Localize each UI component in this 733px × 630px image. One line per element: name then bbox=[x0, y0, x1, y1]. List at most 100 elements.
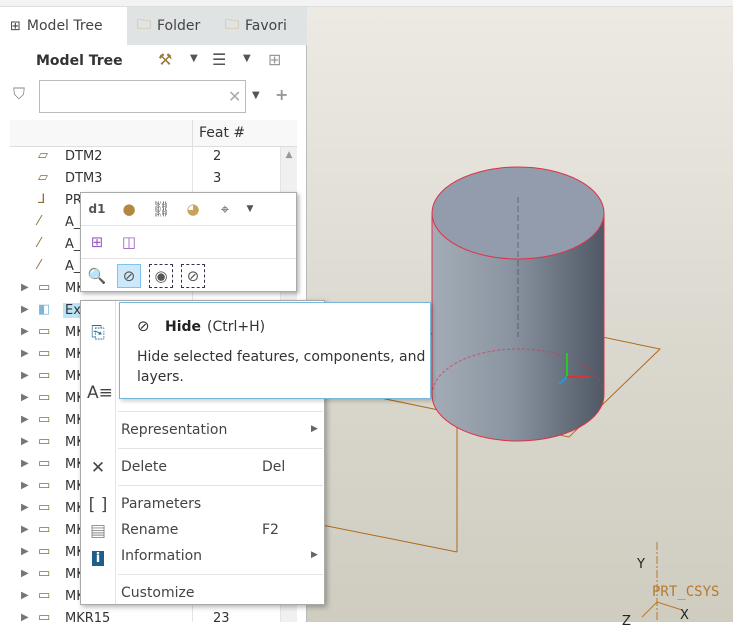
axis-icon: ⁄ bbox=[38, 258, 41, 273]
hide-icon[interactable]: ⊘ bbox=[117, 263, 141, 288]
expand-arrow-icon[interactable]: ▶ bbox=[21, 326, 29, 337]
column-header: Feat # bbox=[10, 120, 297, 147]
axis-icon: ⁄ bbox=[38, 214, 41, 229]
submenu-arrow-icon: ▶ bbox=[311, 550, 318, 560]
more-dropdown-icon[interactable]: ▼ bbox=[245, 197, 255, 221]
tab-favorites[interactable]: 🗀 Favori bbox=[215, 7, 307, 45]
row-label: DTM2 bbox=[65, 149, 103, 164]
tree-icon: ⊞ bbox=[10, 18, 21, 34]
extrude-icon: ◧ bbox=[38, 302, 51, 317]
filter-dropdown-icon[interactable]: ▼ bbox=[252, 90, 260, 101]
separator bbox=[118, 574, 323, 575]
separator bbox=[118, 411, 323, 412]
pattern-icon[interactable]: ⊞ bbox=[85, 230, 109, 254]
expand-arrow-icon[interactable]: ▶ bbox=[21, 480, 29, 491]
appearance-icon[interactable]: ◕ bbox=[181, 197, 205, 221]
delete-icon: ✕ bbox=[90, 458, 106, 478]
parameters-icon: [ ] bbox=[88, 495, 108, 515]
menu-item-copy[interactable]: ⎘ bbox=[81, 321, 116, 345]
panel-title: Model Tree bbox=[36, 53, 123, 69]
expand-arrow-icon[interactable]: ▶ bbox=[21, 414, 29, 425]
marker-icon: ▭ bbox=[38, 588, 51, 603]
expand-arrow-icon[interactable]: ▶ bbox=[21, 436, 29, 447]
menu-item-customize[interactable]: Customize bbox=[81, 582, 324, 606]
mini-toolbar-row-2: ⊞ ◫ bbox=[81, 226, 296, 259]
row-feat-number: 2 bbox=[213, 149, 222, 164]
expand-arrow-icon[interactable]: ▶ bbox=[21, 546, 29, 557]
separator bbox=[118, 485, 323, 486]
csys-axes bbox=[641, 542, 683, 622]
expand-arrow-icon[interactable]: ▶ bbox=[21, 304, 29, 315]
menu-item-delete[interactable]: ✕ Delete Del bbox=[81, 456, 324, 480]
tab-folder[interactable]: 🗀 Folder bbox=[127, 7, 215, 45]
axis-y-label: Y bbox=[637, 557, 645, 572]
panel-tabs: ⊞ Model Tree 🗀 Folder 🗀 Favori bbox=[0, 7, 307, 45]
tree-row[interactable]: ▱ DTM2 2 bbox=[0, 146, 280, 168]
axis-x-label: X bbox=[680, 608, 689, 623]
expand-arrow-icon[interactable]: ▶ bbox=[21, 524, 29, 535]
menu-item-note[interactable]: A≡ bbox=[81, 381, 116, 405]
expand-arrow-icon[interactable]: ▶ bbox=[21, 612, 29, 623]
folder-icon: 🗀 bbox=[137, 17, 151, 33]
edit-references-icon[interactable]: ⛓ bbox=[149, 197, 173, 221]
expand-arrow-icon[interactable]: ▶ bbox=[21, 568, 29, 579]
marker-icon: ▭ bbox=[38, 610, 51, 625]
filter-input[interactable] bbox=[39, 80, 246, 113]
mini-toolbar-row-3: 🔍 ⊘ ◉ ⊘ bbox=[81, 259, 296, 292]
edit-dimensions-icon[interactable]: d1 bbox=[85, 197, 109, 221]
marker-icon: ▭ bbox=[38, 346, 51, 361]
info-icon: i bbox=[87, 547, 109, 567]
marker-icon: ▭ bbox=[38, 456, 51, 471]
clear-icon[interactable]: ✕ bbox=[228, 87, 241, 106]
expand-arrow-icon[interactable]: ▶ bbox=[21, 392, 29, 403]
edit-definition-icon[interactable]: ● bbox=[117, 197, 141, 221]
expand-arrow-icon[interactable]: ▶ bbox=[21, 590, 29, 601]
text-style-icon: A≡ bbox=[87, 383, 113, 403]
tab-model-tree[interactable]: ⊞ Model Tree bbox=[0, 7, 127, 45]
hide-tooltip: ⊘ Hide (Ctrl+H) Hide selected features, … bbox=[119, 302, 431, 399]
zoom-to-selected-icon[interactable]: 🔍 bbox=[85, 264, 109, 288]
top-strip bbox=[0, 0, 733, 7]
settings-tools-icon[interactable]: ⚒ bbox=[158, 50, 172, 69]
marker-icon: ▭ bbox=[38, 280, 51, 295]
submenu-arrow-icon: ▶ bbox=[311, 424, 318, 434]
feat-number-header[interactable]: Feat # bbox=[199, 125, 245, 141]
menu-item-representation[interactable]: Representation ▶ bbox=[81, 419, 324, 443]
tree-row[interactable]: ▶ ▭ MKR15 23 bbox=[0, 608, 280, 630]
copy-icon: ⎘ bbox=[91, 323, 105, 343]
marker-icon: ▭ bbox=[38, 434, 51, 449]
separator bbox=[118, 448, 323, 449]
menu-item-information[interactable]: i Information ▶ bbox=[81, 545, 324, 569]
menu-item-rename[interactable]: ▤ Rename F2 bbox=[81, 519, 324, 543]
axis-icon: ⁄ bbox=[38, 236, 41, 251]
marker-icon: ▭ bbox=[38, 478, 51, 493]
expand-arrow-icon[interactable]: ▶ bbox=[21, 282, 29, 293]
settings-dropdown-icon[interactable]: ▼ bbox=[190, 53, 198, 64]
datum-plane-icon: ▱ bbox=[38, 148, 48, 163]
marker-icon: ▭ bbox=[38, 412, 51, 427]
expand-arrow-icon[interactable]: ▶ bbox=[21, 502, 29, 513]
expand-arrow-icon[interactable]: ▶ bbox=[21, 370, 29, 381]
row-feat-number: 23 bbox=[213, 611, 230, 626]
row-label: DTM3 bbox=[65, 171, 103, 186]
select-tools-icon[interactable]: ⌖ bbox=[213, 197, 237, 221]
cylinder-extrude[interactable] bbox=[431, 166, 605, 442]
marker-icon: ▭ bbox=[38, 522, 51, 537]
marker-icon: ▭ bbox=[38, 368, 51, 383]
csys-label: PRT_CSYS bbox=[652, 584, 720, 600]
rename-icon: ▤ bbox=[89, 521, 107, 541]
tree-visibility-icon[interactable]: ⊞ bbox=[268, 50, 281, 69]
menu-item-parameters[interactable]: [ ] Parameters bbox=[81, 493, 324, 517]
marker-icon: ▭ bbox=[38, 500, 51, 515]
tree-row[interactable]: ▱ DTM3 3 bbox=[0, 168, 280, 190]
expand-arrow-icon[interactable]: ▶ bbox=[21, 458, 29, 469]
scroll-up-icon[interactable]: ▲ bbox=[281, 150, 297, 160]
hide-box-icon[interactable]: ⊘ bbox=[181, 263, 205, 288]
add-icon[interactable]: + bbox=[275, 85, 288, 104]
show-only-icon[interactable]: ◉ bbox=[149, 263, 173, 288]
expand-arrow-icon[interactable]: ▶ bbox=[21, 348, 29, 359]
show-dropdown-icon[interactable]: ▼ bbox=[243, 53, 251, 64]
show-list-icon[interactable]: ☰ bbox=[212, 50, 226, 69]
mirror-icon[interactable]: ◫ bbox=[117, 230, 141, 254]
mini-toolbar: d1 ● ⛓ ◕ ⌖ ▼ ⊞ ◫ 🔍 ⊘ ◉ ⊘ bbox=[80, 192, 297, 292]
